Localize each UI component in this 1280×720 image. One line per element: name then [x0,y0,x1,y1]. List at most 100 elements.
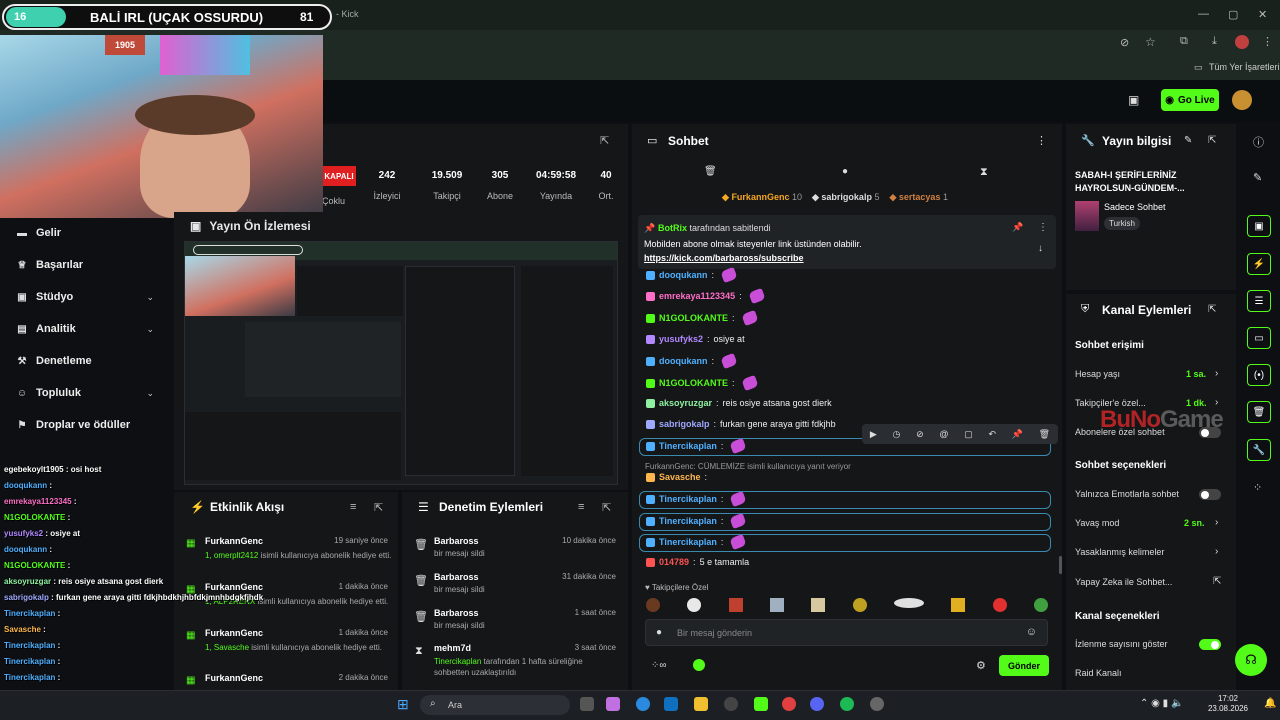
list-button[interactable]: ☰ [1247,290,1271,312]
emoji-icon[interactable]: ☺ [1026,626,1037,638]
chat-username[interactable]: dooqukann [659,270,708,280]
download-icon[interactable]: ⤓ [1212,35,1217,48]
gifter[interactable]: ◆ sabrigokalp 5 [812,192,879,203]
minimize-icon[interactable]: — [1198,8,1209,20]
category-name[interactable]: Sadece Sohbet [1104,202,1166,212]
close-icon[interactable]: ✕ [1258,8,1267,21]
popout-icon[interactable]: ⇱ [374,501,383,514]
pinned-link[interactable]: https://kick.com/barbaross/subscribe [644,253,804,263]
info-icon[interactable]: ⓘ [1253,134,1264,150]
chat-username[interactable]: yusufyks2 [659,334,703,344]
bolt-button[interactable]: ⚡ [1247,253,1271,275]
external-link-icon[interactable]: ⇱ [1213,576,1221,587]
reply-icon[interactable]: ↶ [988,429,996,440]
points-icon[interactable]: ⁘∞ [651,660,667,671]
copilot-icon[interactable] [606,697,620,711]
send-button[interactable]: Gönder [999,655,1049,676]
support-button[interactable]: ☊ [1235,644,1267,676]
preview-thumbnail[interactable] [184,241,618,485]
chat-message[interactable]: dooqukann: [646,352,738,370]
windows-start-icon[interactable]: ⊞ [397,696,409,713]
chat-bubble-icon[interactable]: ● [842,166,848,177]
arrow-down-icon[interactable]: ↓ [1038,243,1043,254]
edit-icon[interactable]: ✎ [1253,171,1262,184]
opera-icon[interactable] [782,697,796,711]
popout-icon[interactable]: ⇱ [1208,304,1216,315]
spotify-icon[interactable] [840,697,854,711]
popout-icon[interactable]: ⇱ [600,134,609,147]
edge-icon[interactable] [636,697,650,711]
maximize-icon[interactable]: ▢ [1228,8,1238,21]
chat-message[interactable]: yusufyks2: osiye at [646,334,745,344]
obs-icon[interactable] [870,697,884,711]
chat-message[interactable]: Savasche: [646,472,711,482]
slow-mode-value[interactable]: 2 sn. [1184,518,1205,528]
emote-only-toggle[interactable] [1199,489,1221,500]
chat-message[interactable]: dooqukann: [646,266,738,284]
emote-icon[interactable] [852,598,867,612]
chat-input[interactable]: ● Bir mesaj gönderin ☺ [645,619,1048,646]
chevron-right-icon[interactable]: › [1215,546,1218,557]
slow-mode-label[interactable]: Yavaş mod [1075,518,1119,528]
chevron-right-icon[interactable]: › [1215,368,1218,379]
chevron-down-icon[interactable]: ⌄ [146,292,154,303]
star-icon[interactable]: ☆ [1145,35,1156,49]
sidebar-item-community[interactable]: ☺ Topluluk [16,387,81,399]
camera-icon[interactable]: ▣ [1128,93,1139,107]
account-age-value[interactable]: 1 sa. [1186,369,1206,379]
gifter[interactable]: ◆ FurkannGenc 10 [722,192,802,203]
go-live-button[interactable]: ◉ Go Live [1161,89,1219,111]
ai-chat-link[interactable]: Yapay Zeka ile Sohbet... [1075,577,1172,587]
chat-message[interactable]: aksoyruzgar: reis osiye atsana gost dierk [646,398,832,408]
gear-icon[interactable]: ⚙ [976,659,986,672]
kick-icon[interactable] [754,697,768,711]
dots-icon[interactable]: ⁘ [1253,481,1262,494]
trash-icon[interactable]: 🗑 [704,166,717,177]
chat-username[interactable]: N1GOLOKANTE [659,313,728,323]
kick-coin-icon[interactable] [693,659,705,671]
more-icon[interactable]: ⋮ [1038,222,1048,233]
mention-icon[interactable]: @ [939,429,948,439]
all-bookmarks-link[interactable]: Tüm Yer İşaretleri [1209,62,1280,72]
notification-icon[interactable]: 🔔 [1264,698,1276,709]
chevron-right-icon[interactable]: › [1215,517,1218,528]
sidebar-item-analytics[interactable]: ▤ Analitik [16,323,75,335]
emote-icon[interactable] [728,598,743,612]
unpin-icon[interactable]: 📌 [1012,222,1023,233]
clock[interactable]: 17:02 23.08.2026 [1198,694,1258,714]
scrollbar[interactable] [1059,556,1062,574]
account-age-label[interactable]: Hesap yaşı [1075,369,1120,379]
chat-username[interactable]: aksoyruzgar [659,398,712,408]
banned-words-link[interactable]: Yasaklanmış kelimeler [1075,547,1164,557]
chat-message[interactable]: emrekaya1123345: [646,287,766,305]
chat-username[interactable]: sabrigokalp [659,419,710,429]
sidebar-item-studio[interactable]: ▣ Stüdyo [16,291,156,303]
tag-badge[interactable]: Turkish [1104,217,1140,230]
emote-icon[interactable] [769,598,784,612]
copy-icon[interactable]: ▢ [964,429,973,440]
chat-message[interactable]: N1GOLOKANTE: [646,374,759,392]
broadcast-button[interactable]: (•) [1247,364,1271,386]
trash-button[interactable]: 🗑 [1247,401,1271,423]
filter-icon[interactable]: ≡ [578,501,584,513]
emote-icon[interactable] [992,598,1007,612]
emote-icon[interactable] [893,598,924,608]
show-viewers-toggle[interactable] [1199,639,1221,650]
delete-icon[interactable]: 🗑 [1039,429,1050,440]
eye-off-icon[interactable]: ⊘ [1120,36,1129,49]
clock-icon[interactable]: ◷ [893,429,901,440]
gifter[interactable]: ◆ sertacyas 1 [889,192,948,203]
category-thumbnail[interactable] [1075,201,1099,231]
pin-icon[interactable]: 📌 [1012,429,1023,440]
raid-channel-link[interactable]: Raid Kanalı [1075,668,1122,678]
filter-icon[interactable]: ≡ [350,501,356,513]
discord-icon[interactable] [810,697,824,711]
sidebar-item-drops[interactable]: ⚑ Droplar ve ödüller [16,419,131,431]
emote-icon[interactable] [646,598,660,612]
sidebar-item-revenue[interactable]: ▬ Gelir [16,227,61,239]
play-icon[interactable]: ▶ [870,429,877,440]
chevron-down-icon[interactable]: ⌄ [146,324,154,335]
edit-icon[interactable]: ✎ [1184,135,1192,146]
outlook-icon[interactable] [664,697,678,711]
profile-icon[interactable] [1235,35,1249,49]
